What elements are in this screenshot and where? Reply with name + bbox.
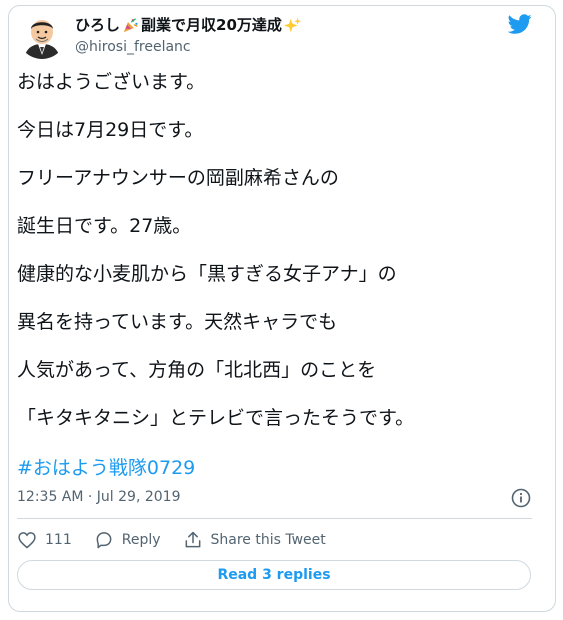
read-replies-label: Read 3 replies <box>217 567 331 583</box>
tweet-line: 誕生日です。27歳。 <box>17 215 192 237</box>
reply-button[interactable]: Reply <box>94 530 161 550</box>
avatar-man-icon <box>18 11 66 59</box>
display-name[interactable]: ひろし 副業で月収20万達成 <box>75 16 301 34</box>
tweet-line: 「キタキタニシ」とテレビで言ったそうです。 <box>17 407 415 429</box>
display-name-suffix: 副業で月収20万達成 <box>141 16 282 34</box>
reply-bubble-icon <box>96 532 112 549</box>
sparkles-icon <box>283 17 301 32</box>
heart-icon <box>18 532 36 549</box>
reply-label: Reply <box>121 532 161 548</box>
divider <box>17 518 532 519</box>
hashtag-link[interactable]: #おはよう戦隊0729 <box>17 456 195 480</box>
tweet-line: おはようございます。 <box>17 71 206 93</box>
tweet-line: 今日は7月29日です。 <box>17 119 204 141</box>
user-handle[interactable]: @hirosi_freelanc <box>75 38 191 56</box>
tweet-line: 人気があって、方角の「北北西」のことを <box>17 359 377 381</box>
avatar[interactable] <box>18 11 66 59</box>
share-icon <box>185 531 200 548</box>
share-label: Share this Tweet <box>210 532 326 548</box>
party-popper-icon <box>123 17 138 32</box>
tweet-body: おはようございます。 今日は7月29日です。 フリーアナウンサーの岡副麻希さんの… <box>17 70 527 454</box>
tweet-actions: 111 Reply Share this Tweet <box>17 527 348 553</box>
twitter-bird-icon[interactable] <box>508 12 532 36</box>
tweet-line: 異名を持っています。天然キャラでも <box>17 311 338 333</box>
share-button[interactable]: Share this Tweet <box>183 530 326 550</box>
display-name-text: ひろし <box>75 16 121 34</box>
info-icon[interactable] <box>511 488 531 508</box>
read-replies-button[interactable]: Read 3 replies <box>17 560 531 590</box>
like-count: 111 <box>45 532 72 548</box>
tweet-timestamp[interactable]: 12:35 AM · Jul 29, 2019 <box>17 488 181 506</box>
tweet-line: フリーアナウンサーの岡副麻希さんの <box>17 167 339 189</box>
tweet-line: 健康的な小麦肌から「黒すぎる女子アナ」の <box>17 263 397 285</box>
like-button[interactable]: 111 <box>17 530 72 550</box>
